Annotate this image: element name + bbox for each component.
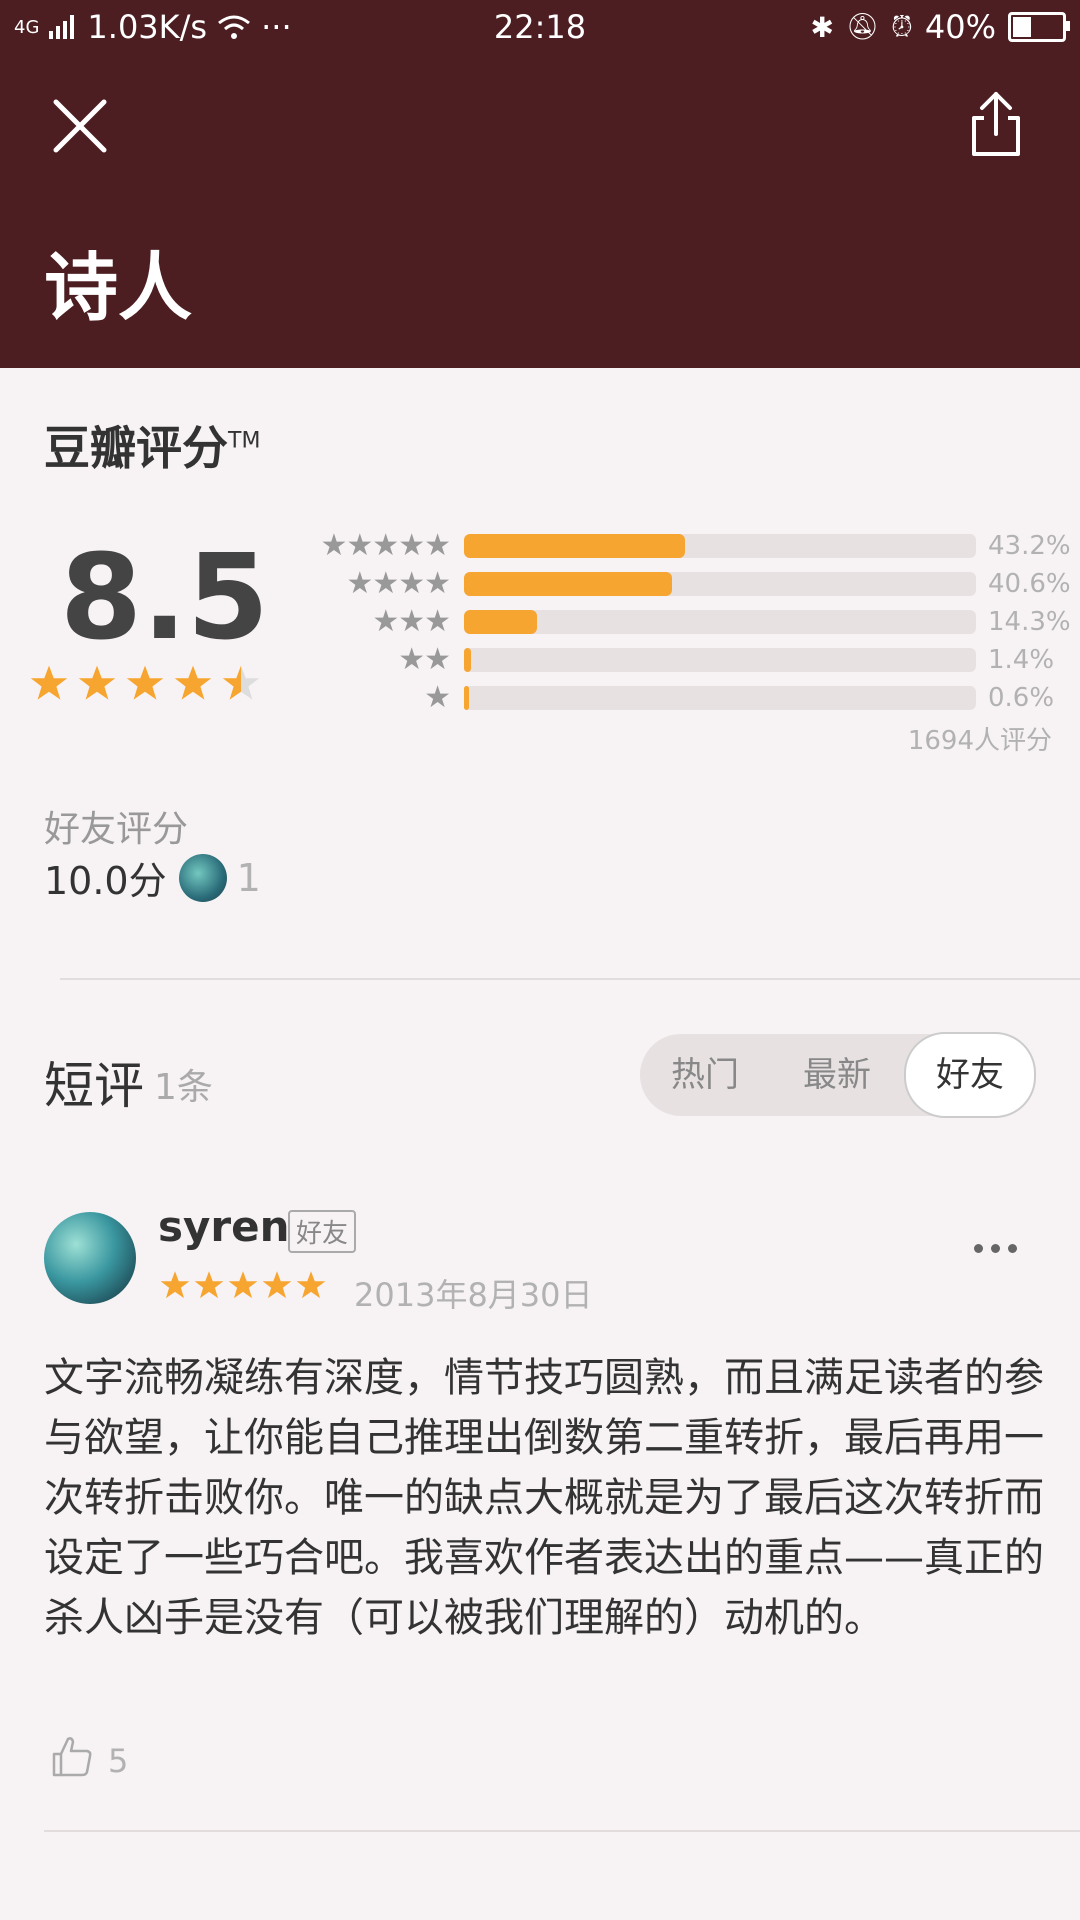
bar-fill	[464, 571, 672, 596]
tab-friends[interactable]: 好友	[904, 1032, 1036, 1118]
alarm-icon: ⏰︎	[891, 10, 913, 43]
distribution-row: ★★★★ 40.6%	[300, 566, 1078, 601]
friend-score: 10.0分	[44, 859, 167, 903]
short-reviews-title: 短评	[44, 1057, 144, 1115]
status-bar: 4G 1.03K/s ··· 22:18 ✱ 🔕︎ ⏰︎ 40%	[0, 0, 1080, 58]
bar-fill	[464, 685, 469, 710]
distribution-bar	[464, 609, 976, 634]
tab-latest[interactable]: 最新	[772, 1034, 902, 1116]
bar-fill	[464, 609, 538, 634]
star-icon	[126, 665, 164, 700]
trademark: TM	[228, 428, 261, 454]
share-icon[interactable]	[966, 90, 1026, 160]
battery-icon	[1008, 12, 1070, 42]
rating-count: 1694人评分	[907, 726, 1052, 756]
star-icon	[30, 665, 68, 700]
avatar	[178, 853, 227, 902]
friend-badge: 好友	[288, 1210, 357, 1253]
bar-fill	[464, 533, 686, 558]
avatar[interactable]	[44, 1212, 136, 1304]
rating-stars	[30, 664, 260, 702]
review-date: 2013年8月30日	[354, 1276, 593, 1314]
distribution-row: ★★★ 14.3%	[300, 604, 1078, 639]
distribution-bar	[464, 647, 976, 672]
thumbs-up-icon[interactable]	[50, 1734, 94, 1778]
row-stars: ★★	[398, 642, 451, 677]
star-icon	[174, 665, 212, 700]
friend-rating-label: 好友评分	[44, 809, 189, 850]
bluetooth-icon: ✱	[810, 10, 835, 44]
row-stars: ★★★★★	[320, 528, 451, 563]
row-percent: 1.4%	[988, 644, 1055, 675]
battery-percent: 40%	[924, 8, 996, 46]
star-icon	[160, 1271, 190, 1299]
bell-off-icon: 🔕︎	[846, 12, 880, 42]
star-icon	[296, 1271, 326, 1299]
like-count: 5	[108, 1742, 129, 1780]
rating-score: 8.5	[60, 528, 270, 666]
distribution-bar	[464, 533, 976, 558]
row-percent: 14.3%	[988, 606, 1071, 637]
page-title: 诗人	[44, 245, 192, 331]
tab-hot[interactable]: 热门	[640, 1034, 770, 1116]
friend-rating[interactable]: 10.0分 1	[44, 850, 261, 905]
star-icon	[228, 1271, 258, 1299]
row-percent: 43.2%	[988, 530, 1071, 561]
close-icon[interactable]	[52, 98, 108, 154]
rating-section-title: 豆瓣评分TM	[44, 421, 261, 475]
divider	[60, 978, 1080, 980]
star-icon	[194, 1271, 224, 1299]
distribution-row: ★★★★★ 43.2%	[300, 528, 1078, 563]
distribution-row: ★★ 1.4%	[300, 642, 1078, 677]
row-stars: ★★★	[372, 604, 451, 639]
half-star-icon	[222, 665, 260, 700]
star-icon	[262, 1271, 292, 1299]
friend-count: 1	[236, 855, 261, 900]
row-stars: ★	[424, 680, 451, 715]
row-percent: 0.6%	[988, 682, 1055, 713]
row-percent: 40.6%	[988, 568, 1071, 599]
distribution-bar	[464, 571, 976, 596]
divider	[44, 1830, 1080, 1832]
short-reviews-count: 1条	[154, 1067, 213, 1108]
review-stars	[160, 1270, 326, 1300]
star-icon	[78, 665, 116, 700]
review-username[interactable]: syren	[158, 1202, 289, 1251]
review-filter-tabs: 热门 最新 好友	[640, 1032, 1036, 1118]
distribution-row: ★ 0.6%	[300, 680, 1078, 715]
distribution-bar	[464, 685, 976, 710]
review-text: 文字流畅凝练有深度，情节技巧圆熟，而且满足读者的参与欲望，让你能自己推理出倒数第…	[44, 1355, 1044, 1641]
row-stars: ★★★★	[346, 566, 451, 601]
bar-fill	[464, 647, 472, 672]
more-options-icon[interactable]	[974, 1244, 1017, 1253]
